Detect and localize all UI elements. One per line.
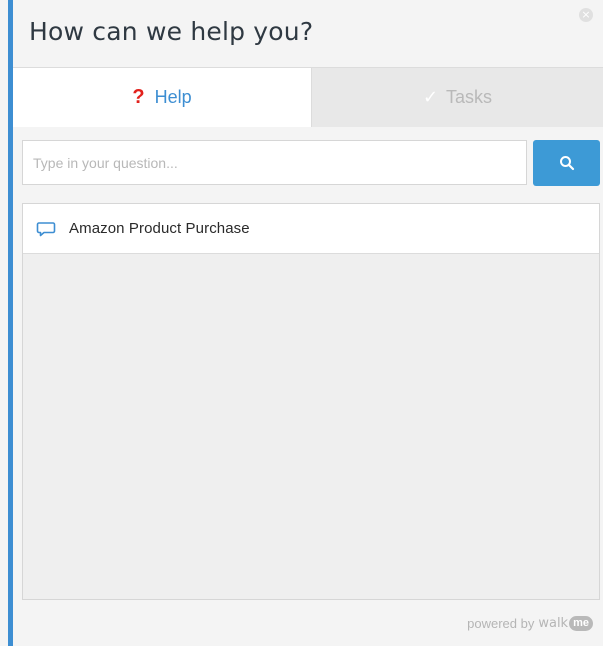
list-item-label: Amazon Product Purchase <box>69 220 250 237</box>
powered-by-footer[interactable]: powered by walk me <box>467 616 593 631</box>
tab-help[interactable]: ? Help <box>13 68 311 127</box>
widget-header: How can we help you? × <box>13 0 603 67</box>
checkmark-icon: ✓ <box>422 87 439 107</box>
tab-help-label: Help <box>154 87 192 107</box>
powered-by-text: powered by <box>467 616 535 631</box>
brand-badge: me <box>569 616 593 631</box>
search-button[interactable] <box>533 140 600 186</box>
list-item[interactable]: Amazon Product Purchase <box>23 204 599 254</box>
tab-bar: ? Help ✓ Tasks <box>13 67 603 127</box>
question-mark-icon: ? <box>132 86 145 108</box>
brand-word: walk <box>538 616 569 631</box>
results-list: Amazon Product Purchase <box>22 203 600 600</box>
help-content: Amazon Product Purchase powered by walkm… <box>13 127 603 646</box>
tab-tasks-label: Tasks <box>446 87 493 107</box>
speech-bubble-icon <box>36 221 56 237</box>
search-icon <box>559 156 574 171</box>
search-input[interactable] <box>22 140 527 185</box>
tab-tasks[interactable]: ✓ Tasks <box>311 68 603 127</box>
close-icon[interactable]: × <box>579 8 593 22</box>
widget-title: How can we help you? <box>29 17 314 46</box>
help-widget: How can we help you? × ? Help ✓ Tasks Ty… <box>0 0 603 646</box>
